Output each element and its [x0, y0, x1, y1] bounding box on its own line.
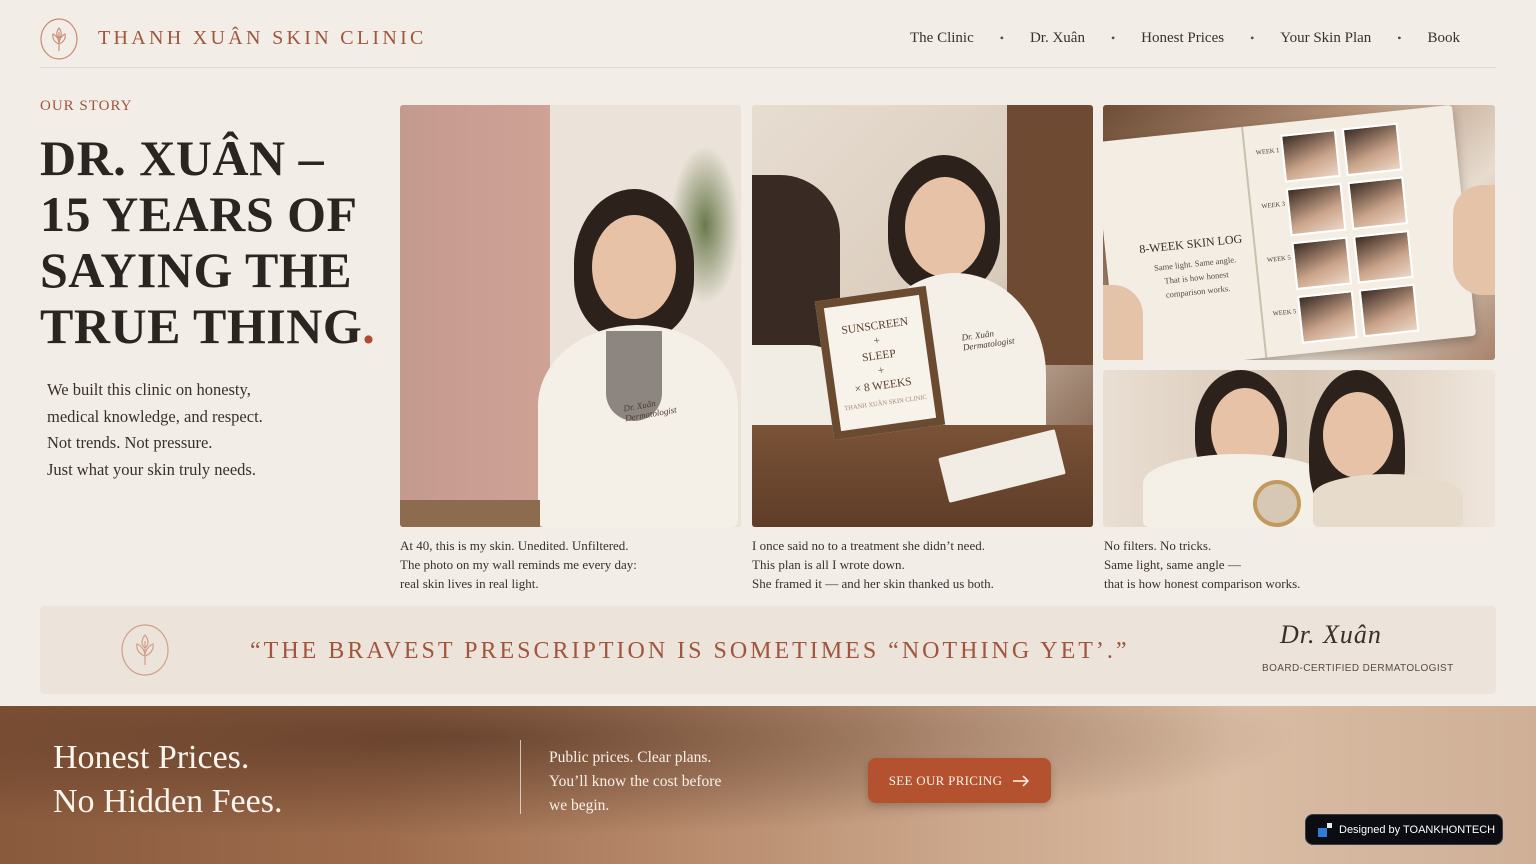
headline-period: .	[362, 298, 376, 354]
brand-name[interactable]: THANH XUÂN SKIN CLINIC	[98, 27, 427, 50]
frame-line: +	[876, 364, 886, 377]
lotus-icon[interactable]	[40, 18, 78, 60]
caption-line: At 40, this is my skin. Unedited. Unfilt…	[400, 538, 629, 553]
headline-line: 15 YEARS OF	[40, 186, 358, 242]
designer-badge-label: Designed by TOANKHONTECH	[1339, 823, 1496, 836]
frame-line: +	[872, 334, 881, 348]
intro-text: We built this clinic on honesty, medical…	[47, 377, 347, 483]
nav-item-dr-xuan[interactable]: Dr. Xuân	[1030, 30, 1085, 47]
section-eyebrow: OUR STORY	[40, 98, 133, 114]
banner-copy-line: Public prices. Clear plans.	[549, 749, 712, 766]
nav-item-the-clinic[interactable]: The Clinic	[910, 30, 974, 47]
banner-copy-line: You’ll know the cost before	[549, 773, 722, 790]
banner-title-line: No Hidden Fees.	[53, 783, 283, 820]
banner-copy-line: we begin.	[549, 797, 610, 814]
caption-line: Same light, same angle —	[1104, 557, 1241, 572]
caption-line: real skin lives in real light.	[400, 576, 539, 591]
designer-logo-icon	[1318, 822, 1333, 837]
caption-comparison: No filters. No tricks. Same light, same …	[1104, 536, 1300, 593]
page-title: DR. XUÂN – 15 YEARS OF SAYING THE TRUE T…	[40, 130, 380, 354]
skin-log-book: 8-WEEK SKIN LOG Same light. Same angle. …	[1103, 105, 1477, 360]
nav-separator: •	[1110, 31, 1116, 45]
caption-portrait: At 40, this is my skin. Unedited. Unfilt…	[400, 536, 637, 593]
lotus-icon	[121, 624, 169, 676]
intro-line: Just what your skin truly needs.	[47, 459, 256, 479]
week-label: WEEK 5	[1272, 308, 1297, 318]
site-header: THANH XUÂN SKIN CLINIC The Clinic • Dr. …	[40, 0, 1496, 68]
banner-copy: Public prices. Clear plans. You’ll know …	[549, 746, 721, 818]
nav-separator: •	[999, 31, 1004, 45]
credential: BOARD-CERTIFIED DERMATOLOGIST	[1262, 663, 1454, 674]
pricing-banner: Honest Prices. No Hidden Fees. Public pr…	[0, 706, 1536, 864]
intro-line: We built this clinic on honesty,	[47, 380, 251, 399]
caption-line: No filters. No tricks.	[1104, 538, 1212, 553]
main-nav: The Clinic • Dr. Xuân • Honest Prices • …	[910, 30, 1460, 47]
week-label: WEEK 5	[1266, 254, 1292, 264]
arrow-right-icon	[1013, 774, 1030, 787]
designer-badge[interactable]: Designed by TOANKHONTECH	[1305, 814, 1503, 845]
caption-line: She framed it — and her skin thanked us …	[752, 576, 994, 591]
intro-line: Not trends. Not pressure.	[47, 433, 213, 452]
headline-line: SAYING THE	[40, 242, 353, 298]
nav-item-your-skin-plan[interactable]: Your Skin Plan	[1280, 30, 1371, 47]
week-label: WEEK 1	[1255, 147, 1280, 157]
caption-line: I once said no to a treatment she didn’t…	[752, 538, 985, 553]
photo-consultation: SUNSCREEN + SLEEP + × 8 WEEKS THANH XUÂN…	[752, 105, 1093, 527]
log-subtitle: Same light. Same angle. That is how hone…	[1153, 254, 1237, 300]
caption-line: The photo on my wall reminds me every da…	[400, 557, 637, 572]
caption-consultation: I once said no to a treatment she didn’t…	[752, 536, 994, 593]
signature: Dr. Xuân	[1280, 620, 1382, 649]
banner-title: Honest Prices. No Hidden Fees.	[53, 736, 282, 824]
photo-mirror	[1103, 370, 1495, 527]
banner-title-line: Honest Prices.	[53, 739, 250, 776]
caption-line: that is how honest comparison works.	[1104, 576, 1301, 591]
week-label: WEEK 3	[1261, 200, 1286, 211]
caption-line: This plan is all I wrote down.	[752, 557, 905, 572]
divider	[520, 740, 521, 814]
photo-portrait: Dr. Xuân Dermatologist	[400, 105, 741, 527]
nav-item-honest-prices[interactable]: Honest Prices	[1141, 30, 1224, 47]
see-pricing-button[interactable]: SEE OUR PRICING	[868, 758, 1051, 803]
frame-line: × 8 WEEKS	[853, 375, 913, 396]
see-pricing-label: SEE OUR PRICING	[888, 772, 1003, 788]
quote-band: “THE BRAVEST PRESCRIPTION IS SOMETIMES “…	[40, 606, 1496, 694]
nav-separator: •	[1397, 31, 1402, 45]
doctor-quote: “THE BRAVEST PRESCRIPTION IS SOMETIMES “…	[250, 638, 1130, 664]
nav-item-book[interactable]: Book	[1427, 30, 1460, 47]
headline-line: DR. XUÂN –	[40, 130, 325, 186]
headline-line: TRUE THING.	[40, 298, 376, 354]
photo-skin-log: 8-WEEK SKIN LOG Same light. Same angle. …	[1103, 105, 1495, 360]
framed-plan: SUNSCREEN + SLEEP + × 8 WEEKS THANH XUÂN…	[814, 285, 946, 441]
intro-line: medical knowledge, and respect.	[47, 406, 263, 426]
nav-separator: •	[1250, 31, 1255, 45]
